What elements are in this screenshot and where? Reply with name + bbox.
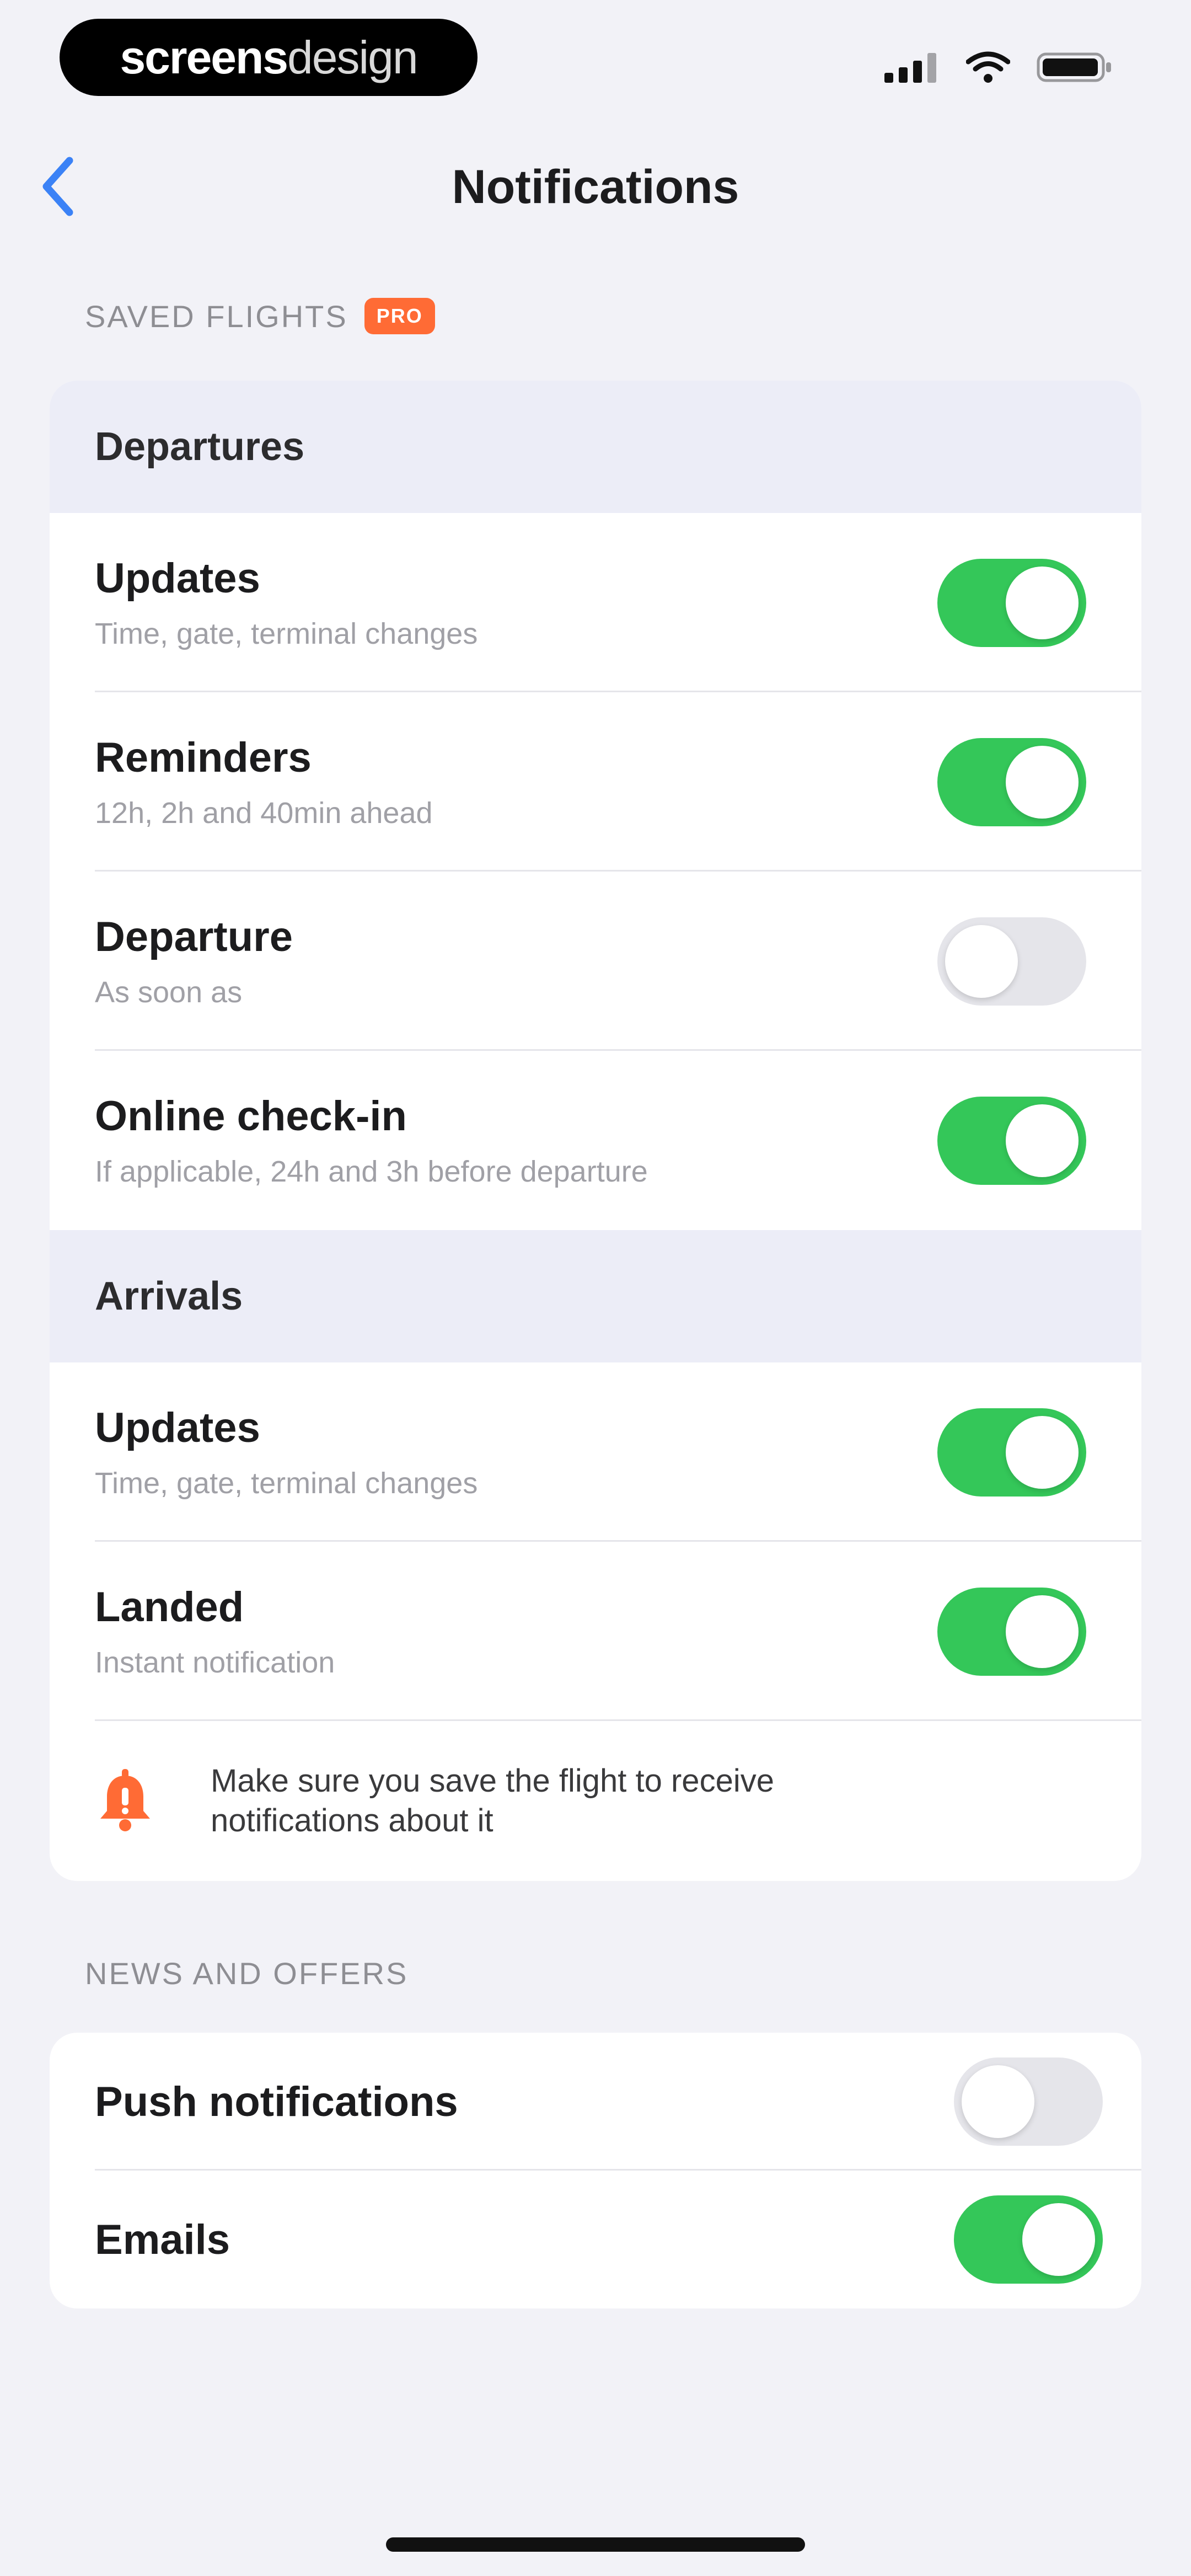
brand-logo-pill: screens design (60, 19, 478, 96)
toggle-knob (945, 924, 1018, 998)
row-title: Updates (95, 1404, 260, 1451)
page-title: Notifications (452, 161, 739, 213)
row-title: Updates (95, 555, 260, 602)
save-flight-info: Make sure you save the flight to receive… (50, 1721, 1141, 1881)
row-subtitle: Time, gate, terminal changes (95, 617, 478, 650)
section-label: NEWS AND OFFERS (85, 1956, 409, 1991)
brand-text-light: design (287, 31, 419, 83)
row-subtitle: Instant notification (95, 1646, 335, 1679)
cellular-signal-icon (884, 53, 936, 83)
arrival-updates-toggle[interactable] (937, 1408, 1086, 1497)
setting-row-departure-updates: Updates Time, gate, terminal changes (50, 513, 1141, 692)
row-divider (95, 1719, 1141, 1721)
emails-toggle[interactable] (954, 2195, 1103, 2284)
row-title: Landed (95, 1584, 244, 1631)
departure-updates-toggle[interactable] (937, 558, 1086, 647)
row-subtitle: 12h, 2h and 40min ahead (95, 797, 433, 830)
toggle-knob (1006, 1415, 1079, 1489)
section-label: SAVED FLIGHTS (85, 298, 348, 334)
status-icons (884, 51, 1114, 84)
setting-row-online-check-in: Online check-in If applicable, 24h and 3… (50, 1051, 1141, 1230)
setting-row-emails: Emails (50, 2171, 1141, 2308)
row-title: Push notifications (95, 2078, 458, 2125)
toggle-knob (1006, 1104, 1079, 1177)
home-indicator (386, 2537, 805, 2552)
setting-row-push-notifications: Push notifications (50, 2033, 1141, 2171)
battery-icon (1037, 52, 1111, 82)
toggle-knob (1006, 566, 1079, 639)
group-header-departures: Departures (50, 381, 1141, 513)
row-subtitle: If applicable, 24h and 3h before departu… (95, 1155, 648, 1188)
status-bar: screens design (0, 0, 1191, 132)
setting-row-departure: Departure As soon as (50, 872, 1141, 1051)
navigation-bar: Notifications (0, 132, 1191, 243)
pro-badge: PRO (364, 298, 435, 334)
save-flight-info-text: Make sure you save the flight to receive… (211, 1763, 774, 1839)
brand-text-bold: screens (120, 31, 288, 83)
news-offers-card: Push notifications Emails (50, 2033, 1141, 2308)
section-header-news-and-offers: NEWS AND OFFERS (85, 1955, 408, 1991)
toggle-knob (1006, 1595, 1079, 1668)
wifi-icon (966, 51, 1010, 83)
online-check-in-toggle[interactable] (937, 1096, 1086, 1185)
row-title: Online check-in (95, 1093, 407, 1140)
setting-row-arrival-updates: Updates Time, gate, terminal changes (50, 1362, 1141, 1542)
row-title: Departure (95, 913, 293, 960)
row-title: Reminders (95, 734, 312, 781)
toggle-knob (962, 2065, 1034, 2138)
section-header-saved-flights: SAVED FLIGHTS PRO (85, 298, 435, 334)
group-header-arrivals: Arrivals (50, 1230, 1141, 1362)
row-title: Emails (95, 2216, 230, 2263)
setting-row-landed: Landed Instant notification (50, 1542, 1141, 1721)
push-notifications-toggle[interactable] (954, 2057, 1103, 2146)
row-subtitle: As soon as (95, 976, 243, 1009)
saved-flights-card: Departures Updates Time, gate, terminal … (50, 381, 1141, 1881)
bell-alert-icon (100, 1769, 150, 1831)
departure-toggle[interactable] (937, 917, 1086, 1006)
toggle-knob (1022, 2203, 1095, 2276)
row-subtitle: Time, gate, terminal changes (95, 1467, 478, 1500)
setting-row-departure-reminders: Reminders 12h, 2h and 40min ahead (50, 692, 1141, 872)
toggle-knob (1006, 745, 1079, 819)
landed-toggle[interactable] (937, 1587, 1086, 1676)
departure-reminders-toggle[interactable] (937, 737, 1086, 826)
